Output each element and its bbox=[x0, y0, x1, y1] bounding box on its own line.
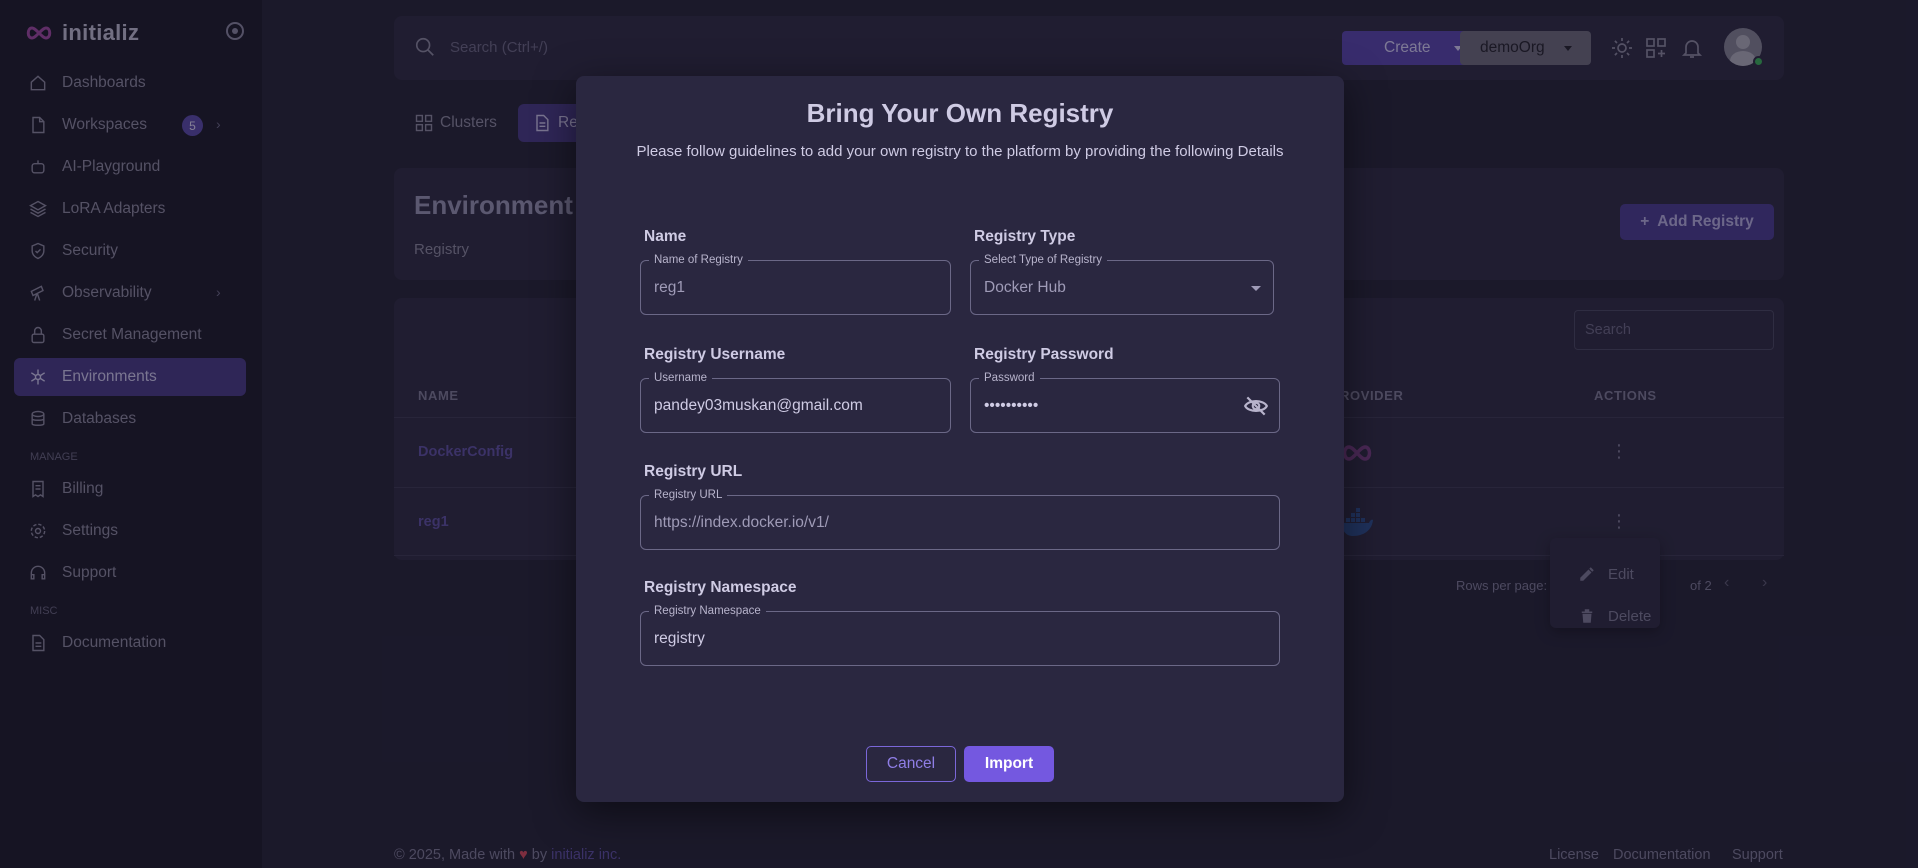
name-label: Name bbox=[644, 228, 687, 245]
eye-off-icon[interactable] bbox=[1243, 393, 1269, 419]
field-value: Docker Hub bbox=[984, 279, 1066, 296]
registry-password-label: Registry Password bbox=[974, 346, 1114, 363]
dialog-title: Bring Your Own Registry bbox=[806, 98, 1114, 128]
registry-name-field[interactable]: Name of Registry reg1 bbox=[640, 253, 951, 315]
registry-password-field[interactable]: Password •••••••••• bbox=[970, 371, 1280, 433]
import-button[interactable]: Import bbox=[964, 746, 1054, 782]
field-legend: Username bbox=[649, 371, 713, 385]
field-legend: Select Type of Registry bbox=[979, 253, 1108, 267]
registry-type-label: Registry Type bbox=[974, 228, 1076, 245]
registry-namespace-field[interactable]: Registry Namespace registry bbox=[640, 604, 1280, 666]
registry-username-label: Registry Username bbox=[644, 346, 786, 363]
field-value: reg1 bbox=[654, 279, 686, 296]
registry-url-label: Registry URL bbox=[644, 463, 743, 480]
field-legend: Registry Namespace bbox=[649, 604, 766, 618]
field-value: pandey03muskan@gmail.com bbox=[654, 397, 863, 414]
registry-namespace-label: Registry Namespace bbox=[644, 579, 797, 596]
bring-your-own-registry-dialog: Bring Your Own Registry Please follow gu… bbox=[576, 76, 1344, 802]
cancel-button[interactable]: Cancel bbox=[866, 746, 956, 782]
registry-url-field[interactable]: Registry URL https://index.docker.io/v1/ bbox=[640, 488, 1280, 550]
registry-type-select[interactable]: Select Type of Registry Docker Hub bbox=[970, 253, 1274, 315]
field-value: https://index.docker.io/v1/ bbox=[654, 514, 829, 531]
registry-username-field[interactable]: Username pandey03muskan@gmail.com bbox=[640, 371, 951, 433]
caret-down-icon bbox=[1251, 286, 1261, 291]
field-legend: Registry URL bbox=[649, 488, 728, 502]
dialog-subtitle: Please follow guidelines to add your own… bbox=[636, 143, 1284, 160]
field-legend: Password bbox=[979, 371, 1040, 385]
field-value: •••••••••• bbox=[984, 397, 1039, 414]
field-legend: Name of Registry bbox=[649, 253, 748, 267]
field-value: registry bbox=[654, 630, 705, 647]
